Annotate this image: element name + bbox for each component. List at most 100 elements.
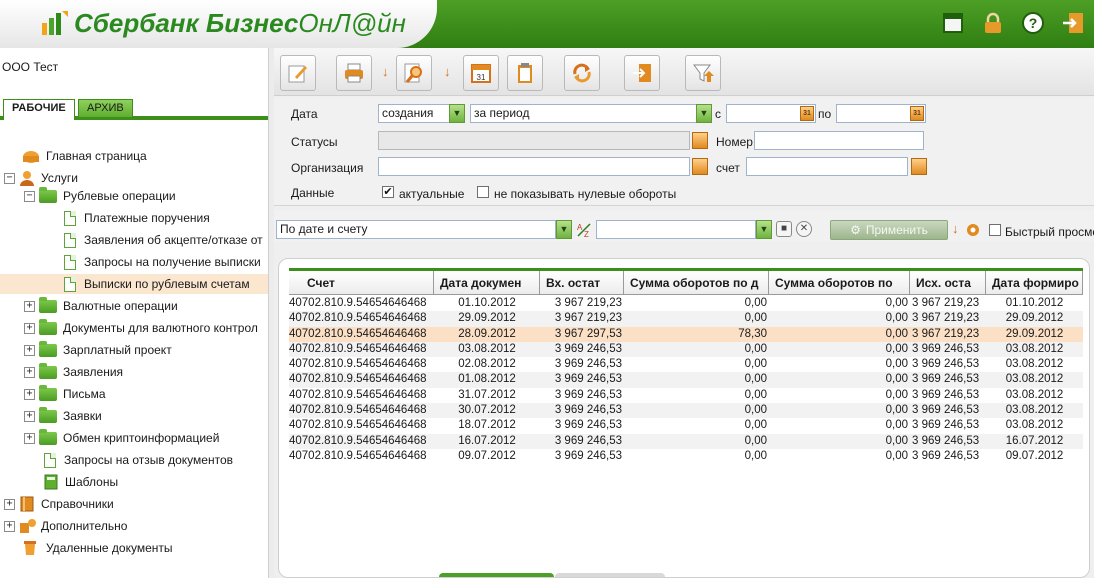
- export-button[interactable]: [624, 55, 660, 91]
- tree-item-revoke[interactable]: Запросы на отзыв документов: [44, 450, 233, 470]
- period-dropdown-icon[interactable]: ▼: [696, 104, 712, 123]
- calendar-button[interactable]: 31: [463, 55, 499, 91]
- table-row[interactable]: 40702.810.9.54654646468 29.09.2012 3 967 2…: [289, 311, 1083, 327]
- preview-menu-arrow-icon[interactable]: ↓: [444, 64, 452, 80]
- table-row[interactable]: 40702.810.9.54654646468 30.07.2012 3 969 2…: [289, 403, 1083, 419]
- grid-page-tab[interactable]: [555, 573, 665, 577]
- table-row[interactable]: 40702.810.9.54654646468 01.08.2012 3 969 2…: [289, 372, 1083, 388]
- collapse-icon[interactable]: −: [4, 172, 15, 184]
- window-icon[interactable]: [941, 11, 965, 35]
- tree-item-templates[interactable]: Шаблоны: [44, 472, 118, 492]
- table-row[interactable]: 40702.810.9.54654646468 31.07.2012 3 969 2…: [289, 388, 1083, 403]
- expand-icon[interactable]: +: [24, 322, 35, 334]
- column-header[interactable]: Дата формиро: [986, 271, 1083, 295]
- clipboard-button[interactable]: [507, 55, 543, 91]
- period-select[interactable]: за период: [470, 104, 700, 123]
- saved-filter-select[interactable]: [596, 220, 756, 239]
- tree-item-salary[interactable]: + Зарплатный проект: [24, 340, 172, 360]
- table-cell: 0,00: [744, 434, 767, 447]
- table-row[interactable]: 40702.810.9.54654646468 03.08.2012 3 969 2…: [289, 341, 1083, 358]
- tree-item-statement-requests[interactable]: Запросы на получение выписки: [64, 252, 261, 272]
- table-cell: 3 969 246,53: [554, 419, 622, 432]
- expand-icon[interactable]: +: [4, 520, 15, 532]
- delete-filter-icon[interactable]: ✕: [796, 221, 812, 237]
- actual-checkbox[interactable]: ✔: [382, 186, 394, 198]
- tree-item-references[interactable]: + Справочники: [4, 494, 114, 514]
- tree-label: Запросы на получение выписки: [84, 255, 261, 269]
- tab-working[interactable]: РАБОЧИЕ: [3, 99, 75, 120]
- sort-direction-icon[interactable]: AZ: [576, 222, 592, 238]
- account-input[interactable]: [746, 157, 908, 176]
- filter-button[interactable]: [685, 55, 721, 91]
- expand-icon[interactable]: +: [24, 300, 35, 312]
- tree-item-home[interactable]: Главная страница: [22, 146, 147, 166]
- tree-item-currency-control[interactable]: + Документы для валютного контрол: [24, 318, 258, 338]
- expand-icon[interactable]: +: [24, 366, 35, 378]
- hide-zero-checkbox[interactable]: [477, 186, 489, 198]
- account-picker-icon[interactable]: [911, 158, 927, 175]
- preview-button[interactable]: [396, 55, 432, 91]
- table-row[interactable]: 40702.810.9.54654646468 01.10.2012 3 967 2…: [289, 296, 1083, 311]
- table-cell: 40702.810.9.54654646468: [289, 312, 427, 325]
- tree-item-applications[interactable]: + Заявления: [24, 362, 123, 382]
- tree-item-crypto[interactable]: + Обмен криптоинформацией: [24, 428, 219, 448]
- table-row[interactable]: 40702.810.9.54654646468 02.08.2012 3 969 2…: [289, 357, 1083, 372]
- exit-icon[interactable]: [1061, 11, 1085, 35]
- date-type-select[interactable]: создания: [378, 104, 456, 123]
- statuses-picker-icon[interactable]: [692, 132, 708, 149]
- tree-item-rub-ops[interactable]: − Рублевые операции: [24, 186, 176, 206]
- expand-icon[interactable]: +: [24, 432, 35, 444]
- number-input[interactable]: [754, 131, 924, 150]
- table-cell: 40702.810.9.54654646468: [289, 327, 427, 340]
- tree-item-letters[interactable]: + Письма: [24, 384, 106, 404]
- saved-filter-dropdown-icon[interactable]: ▼: [756, 220, 772, 239]
- column-header[interactable]: Дата докумен: [434, 271, 540, 295]
- print-button[interactable]: [336, 55, 372, 91]
- print-menu-arrow-icon[interactable]: ↓: [382, 64, 390, 80]
- table-cell: 3 967 219,23: [912, 297, 980, 309]
- organization-input[interactable]: [378, 157, 690, 176]
- tree-item-services[interactable]: − Услуги: [4, 168, 78, 188]
- table-row[interactable]: 40702.810.9.54654646468 18.07.2012 3 969 2…: [289, 418, 1083, 433]
- brand-name-light: ОнЛ@йн: [298, 8, 406, 38]
- calendar-to-icon[interactable]: 31: [910, 106, 924, 121]
- home-icon: [23, 151, 39, 163]
- to-label: по: [818, 107, 832, 121]
- expand-icon[interactable]: +: [4, 498, 15, 510]
- refresh-button[interactable]: [564, 55, 600, 91]
- column-header[interactable]: Исх. оста: [910, 271, 986, 295]
- sort-select[interactable]: По дате и счету: [276, 220, 556, 239]
- expand-icon[interactable]: +: [24, 344, 35, 356]
- column-header[interactable]: Сумма оборотов по: [769, 271, 910, 295]
- tree-item-rub-statements[interactable]: Выписки по рублевым счетам: [0, 274, 268, 294]
- grid-page-tab-active[interactable]: [439, 573, 554, 577]
- expand-icon[interactable]: +: [24, 410, 35, 422]
- tree-item-extra[interactable]: + Дополнительно: [4, 516, 127, 536]
- sort-dropdown-icon[interactable]: ▼: [556, 220, 572, 239]
- lock-icon[interactable]: [981, 11, 1005, 35]
- tree-item-deleted[interactable]: Удаленные документы: [22, 538, 173, 558]
- organization-picker-icon[interactable]: [692, 158, 708, 175]
- tree-item-currency-ops[interactable]: + Валютные операции: [24, 296, 178, 316]
- apply-menu-arrow-icon[interactable]: ↓: [952, 221, 960, 237]
- table-row[interactable]: 40702.810.9.54654646468 16.07.2012 3 969 2…: [289, 433, 1083, 449]
- table-row[interactable]: 40702.810.9.54654646468 09.07.2012 3 969 2…: [289, 449, 1083, 464]
- quick-view-checkbox[interactable]: [989, 224, 1001, 236]
- apply-settings-icon[interactable]: [964, 221, 982, 239]
- apply-button[interactable]: ⚙ Применить: [830, 220, 948, 240]
- save-filter-icon[interactable]: ■: [776, 221, 792, 237]
- calendar-from-icon[interactable]: 31: [800, 106, 814, 121]
- tree-item-requests[interactable]: + Заявки: [24, 406, 102, 426]
- date-type-dropdown-icon[interactable]: ▼: [449, 104, 465, 123]
- table-row[interactable]: 40702.810.9.54654646468 28.09.2012 3 967 2…: [289, 326, 1083, 342]
- column-header[interactable]: Вх. остат: [540, 271, 624, 295]
- edit-button[interactable]: [280, 55, 316, 91]
- collapse-icon[interactable]: −: [24, 190, 35, 202]
- help-icon[interactable]: ?: [1021, 11, 1045, 35]
- tab-archive[interactable]: АРХИВ: [78, 99, 133, 117]
- column-header[interactable]: Сумма оборотов по д: [624, 271, 769, 295]
- column-header[interactable]: Счет: [289, 271, 434, 295]
- tree-item-payment-orders[interactable]: Платежные поручения: [64, 208, 210, 228]
- tree-item-acceptance[interactable]: Заявления об акцепте/отказе от: [64, 230, 263, 250]
- expand-icon[interactable]: +: [24, 388, 35, 400]
